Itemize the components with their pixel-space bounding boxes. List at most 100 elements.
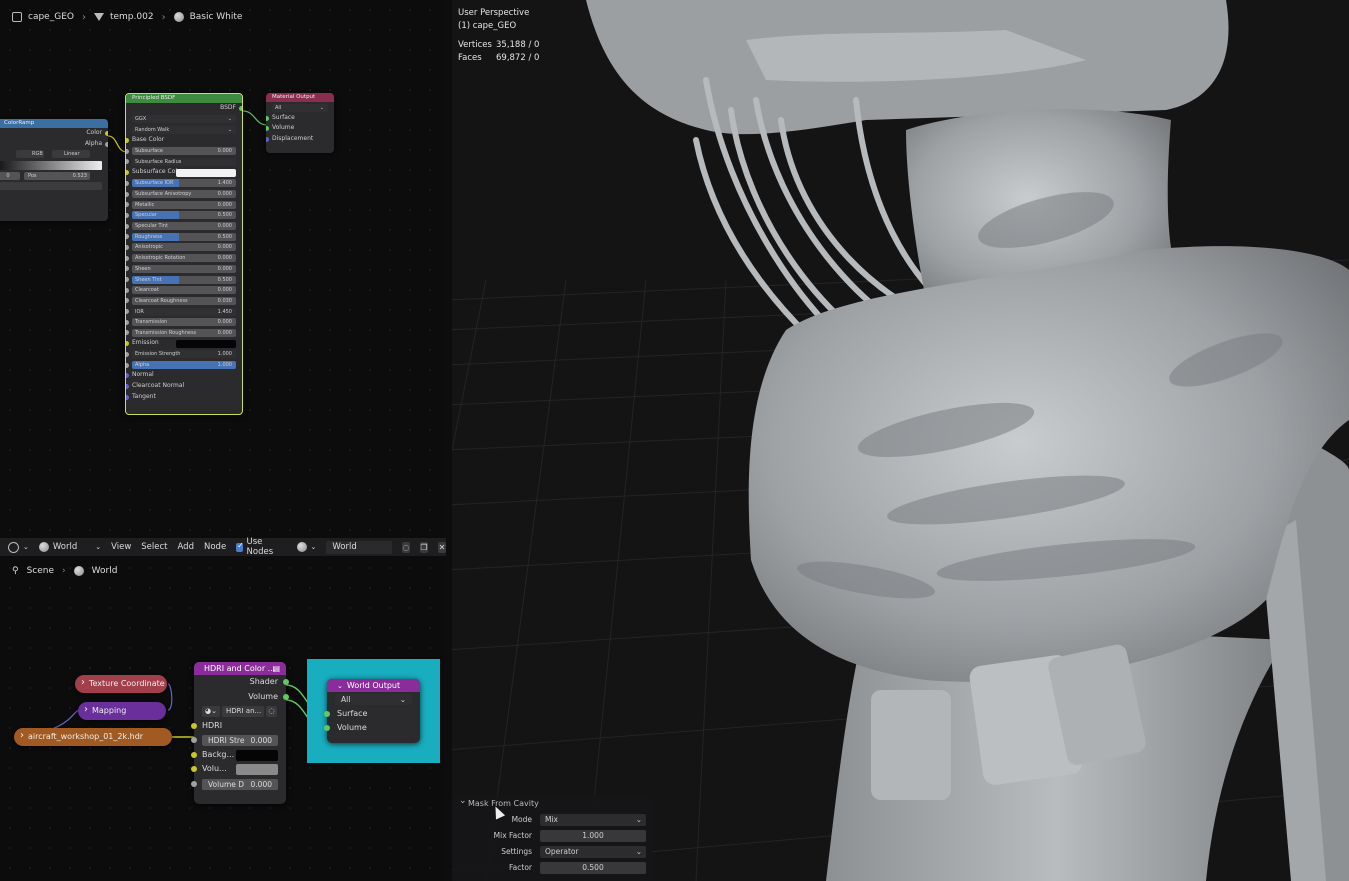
input-socket[interactable] <box>126 244 129 250</box>
mix-factor-field[interactable]: 1.000 <box>540 830 646 842</box>
subsurface-method-dropdown[interactable]: Random Walk ⌄ <box>132 125 236 134</box>
input-field[interactable]: Roughness 0.500 <box>132 232 236 241</box>
colorramp-index-field[interactable]: 0 <box>0 171 20 180</box>
input-socket[interactable] <box>126 138 129 144</box>
input-field[interactable]: Sheen Tint 0.500 <box>132 275 236 284</box>
surface-socket[interactable] <box>324 710 330 717</box>
input-socket[interactable] <box>126 234 129 240</box>
group-name-field[interactable]: HDRI an... <box>222 706 264 717</box>
input-socket[interactable] <box>126 309 129 315</box>
input-field[interactable]: Subsurface 0.000 <box>132 147 236 156</box>
input-socket[interactable] <box>126 362 129 368</box>
hdri-group-node[interactable]: HDRI and Color ... ▤ Shader Volume ◕⌄ HDR… <box>191 662 289 804</box>
input-socket[interactable] <box>126 341 129 347</box>
world-output-target-dropdown[interactable]: All ⌄ <box>335 694 412 705</box>
input-field[interactable]: Emission Strength 1.000 <box>132 350 236 359</box>
input-socket[interactable] <box>126 351 129 357</box>
input-socket[interactable] <box>126 148 129 154</box>
input-socket[interactable] <box>126 159 129 165</box>
color-swatch[interactable] <box>176 339 236 348</box>
volume-density-socket[interactable] <box>191 780 197 787</box>
input-field[interactable]: Metallic 0.000 <box>132 200 236 209</box>
node-group-icon: ▤ <box>272 664 280 673</box>
input-field[interactable]: Sheen 0.000 <box>132 264 236 273</box>
shader-editor[interactable]: cape_GEO › temp.002 › Basic White ColorR… <box>0 0 446 538</box>
link-texcoord-mapping <box>167 683 173 711</box>
input-socket[interactable] <box>126 202 129 208</box>
input-socket[interactable] <box>126 212 129 218</box>
volume-socket[interactable] <box>324 725 330 732</box>
input-field[interactable]: Subsurface IOR 1.400 <box>132 179 236 188</box>
hdri-color-socket[interactable] <box>191 722 197 729</box>
input-field[interactable]: Subsurface Radius <box>132 157 236 166</box>
redo-last-panel[interactable]: Mask From Cavity Mode Mix⌄ Mix Factor 1.… <box>454 793 652 881</box>
background-socket[interactable] <box>191 751 197 758</box>
volume-socket[interactable] <box>283 693 289 700</box>
alpha-socket[interactable] <box>105 141 108 147</box>
colorramp-pos-field[interactable]: Pos 0.523 <box>24 171 90 180</box>
mode-dropdown[interactable]: Mix ⌄ <box>540 814 646 826</box>
world-node-editor[interactable]: ⌄ World⌄ View Select Add Node Use Nodes … <box>0 537 446 881</box>
environment-texture-node[interactable]: aircraft_workshop_01_2k.hdr <box>14 727 172 746</box>
area-divider[interactable] <box>446 0 452 881</box>
factor-field[interactable]: 0.500 <box>540 862 646 874</box>
input-socket[interactable] <box>126 191 129 197</box>
world-output-node[interactable]: ⌄ World Output All ⌄ Surface Volume <box>324 679 420 743</box>
input-socket[interactable] <box>126 180 129 186</box>
input-field[interactable]: IOR 1.450 <box>132 307 236 316</box>
3d-viewport[interactable]: User Perspective (1) cape_GEO Vertices 35… <box>446 0 1349 881</box>
input-socket[interactable] <box>126 383 129 389</box>
input-socket[interactable] <box>126 373 129 379</box>
texture-coordinate-node[interactable]: Texture Coordinate <box>75 674 167 693</box>
strength-socket[interactable] <box>191 737 197 744</box>
background-color-swatch[interactable] <box>236 749 278 761</box>
settings-dropdown[interactable]: Operator ⌄ <box>540 846 646 858</box>
colorramp-stop-color[interactable] <box>0 182 102 191</box>
colorramp-mode-dropdown[interactable]: RGB <box>16 150 44 159</box>
input-socket[interactable] <box>126 170 129 176</box>
material-output-node[interactable]: Material Output All ⌄ Surface Volume Disp… <box>266 93 334 153</box>
input-socket[interactable] <box>126 287 129 293</box>
bsdf-socket[interactable] <box>239 106 242 111</box>
volume-density-field[interactable]: Volume D 0.000 <box>202 778 278 790</box>
color-swatch[interactable] <box>176 168 236 177</box>
input-socket[interactable] <box>126 319 129 325</box>
input-field[interactable]: Clearcoat Roughness 0.030 <box>132 296 236 305</box>
color-socket[interactable] <box>105 131 108 136</box>
input-socket[interactable] <box>126 298 129 304</box>
fake-user-icon[interactable]: ◌ <box>266 706 277 717</box>
volume-color-swatch[interactable] <box>236 764 278 775</box>
link-bsdf-surface <box>242 110 268 126</box>
displacement-socket[interactable] <box>266 137 269 143</box>
volume-color-socket[interactable] <box>191 766 197 773</box>
material-output-target-dropdown[interactable]: All ⌄ <box>272 103 328 112</box>
group-browse-icon[interactable]: ◕⌄ <box>202 706 220 717</box>
input-field[interactable]: Anisotropic 0.000 <box>132 243 236 252</box>
input-field[interactable]: Transmission 0.000 <box>132 318 236 327</box>
input-socket[interactable] <box>126 223 129 229</box>
input-field[interactable]: Clearcoat 0.000 <box>132 286 236 295</box>
distribution-dropdown[interactable]: GGX ⌄ <box>132 115 236 124</box>
colorramp-interp-dropdown[interactable]: Linear <box>52 150 90 159</box>
input-field[interactable]: Transmission Roughness 0.000 <box>132 328 236 337</box>
input-socket[interactable] <box>126 394 129 400</box>
colorramp-gradient[interactable] <box>0 161 102 171</box>
input-field[interactable]: Anisotropic Rotation 0.000 <box>132 254 236 263</box>
colorramp-node[interactable]: ColorRamp Color Alpha RGB Linear 0 Pos 0… <box>0 119 108 221</box>
input-socket[interactable] <box>126 266 129 272</box>
input-field[interactable]: Subsurface Anisotropy 0.000 <box>132 190 236 198</box>
input-socket[interactable] <box>126 330 129 336</box>
input-field[interactable]: Specular Tint 0.000 <box>132 222 236 231</box>
redo-panel-title[interactable]: Mask From Cavity <box>454 793 652 812</box>
surface-socket[interactable] <box>266 115 269 121</box>
input-socket[interactable] <box>126 277 129 282</box>
mapping-node[interactable]: Mapping <box>78 701 166 720</box>
input-field[interactable]: Specular 0.500 <box>132 211 236 220</box>
hdri-strength-field[interactable]: HDRI Stre 0.000 <box>202 735 278 746</box>
input-socket[interactable] <box>126 255 129 261</box>
colorramp-mode-row: RGB Linear <box>0 149 108 160</box>
input-field[interactable]: Alpha 1.000 <box>132 361 236 369</box>
principled-bsdf-node[interactable]: Principled BSDF BSDF GGX ⌄ Random Walk ⌄ B… <box>125 93 243 415</box>
volume-socket[interactable] <box>266 126 269 132</box>
colorramp-gradient-row[interactable] <box>0 160 108 171</box>
